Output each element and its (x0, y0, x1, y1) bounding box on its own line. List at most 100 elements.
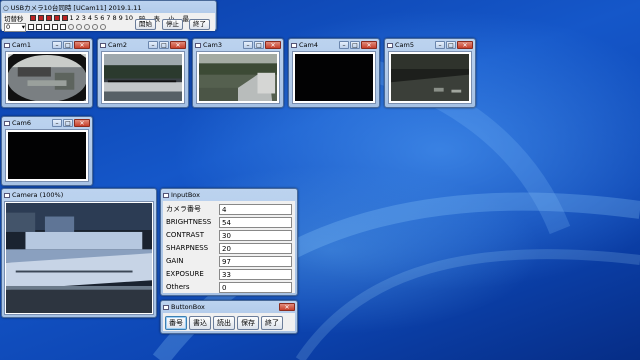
camera-toggle-5[interactable] (61, 15, 68, 21)
control-row: 0 ▾ (2, 22, 215, 32)
exposure-field[interactable]: 33 (219, 268, 292, 280)
number-button[interactable]: 番号 (165, 316, 187, 330)
exit-button[interactable]: 終了 (261, 316, 283, 330)
cam3-window: Cam3 – □ ✕ (192, 38, 284, 108)
minimize-icon[interactable]: – (243, 41, 253, 49)
checkbox-4[interactable] (52, 24, 58, 30)
cam1-title-bar[interactable]: Cam1 – □ ✕ (2, 39, 92, 51)
cam4-title-bar[interactable]: Cam4 – □ ✕ (289, 39, 379, 51)
cam2-title-bar[interactable]: Cam2 – □ ✕ (98, 39, 188, 51)
window-icon (4, 42, 10, 48)
cam6-title-bar[interactable]: Cam6 – □ ✕ (2, 117, 92, 129)
cam3-title: Cam3 (203, 41, 222, 49)
cam5-title-bar[interactable]: Cam5 – □ ✕ (385, 39, 475, 51)
minimize-icon[interactable]: – (52, 119, 62, 127)
cam6-window: Cam6 – □ ✕ (1, 116, 93, 186)
window-icon (195, 42, 201, 48)
gain-field[interactable]: 97 (219, 255, 292, 267)
cam4-frame (292, 51, 376, 104)
open-button[interactable]: 開始 (135, 19, 156, 30)
camera-number-field[interactable]: 4 (219, 203, 292, 215)
input-box-title-bar[interactable]: InputBox (161, 189, 297, 201)
cam3-title-bar[interactable]: Cam3 – □ ✕ (193, 39, 283, 51)
input-row: Others 0 (165, 281, 292, 293)
number-label-3: 3 (81, 14, 86, 22)
input-box-title: InputBox (171, 191, 200, 199)
checkbox-1[interactable] (28, 24, 34, 30)
close-icon[interactable]: ✕ (265, 41, 281, 49)
maximize-icon[interactable]: □ (446, 41, 456, 49)
exposure-label: EXPOSURE (166, 270, 204, 278)
exit-button[interactable]: 終了 (189, 19, 210, 30)
close-icon[interactable]: ✕ (361, 41, 377, 49)
main-control-window: ○ USBカメラ10台同時 [UCam11] 2019.1.11 切替秒 1 2… (0, 0, 217, 32)
close-icon[interactable]: ✕ (170, 41, 186, 49)
checkbox-5[interactable] (60, 24, 66, 30)
maximize-icon[interactable]: □ (350, 41, 360, 49)
save-button[interactable]: 保存 (237, 316, 259, 330)
cam2-frame (101, 51, 185, 104)
window-icon (4, 192, 10, 198)
brightness-label: BRIGHTNESS (166, 218, 212, 226)
cam1-feed (8, 54, 86, 101)
minimize-icon[interactable]: – (339, 41, 349, 49)
cam5-frame (388, 51, 472, 104)
maximize-icon[interactable]: □ (63, 41, 73, 49)
sharpness-field[interactable]: 20 (219, 242, 292, 254)
camera-large-title: Camera (100%) (12, 191, 64, 199)
cam4-window: Cam4 – □ ✕ (288, 38, 380, 108)
main-title-bar[interactable]: ○ USBカメラ10台同時 [UCam11] 2019.1.11 (1, 1, 216, 13)
gain-label: GAIN (166, 257, 184, 265)
camera-toggle-4[interactable] (53, 15, 60, 21)
button-box-title-bar[interactable]: ButtonBox ✕ (161, 301, 297, 313)
number-label-9: 9 (118, 14, 123, 22)
camera-toggle-3[interactable] (45, 15, 52, 21)
number-label-4: 4 (87, 14, 93, 22)
input-row: CONTRAST 30 (165, 229, 292, 241)
minimize-icon[interactable]: – (148, 41, 158, 49)
contrast-field[interactable]: 30 (219, 229, 292, 241)
interval-select[interactable]: 0 ▾ (4, 22, 26, 32)
sharpness-label: SHARPNESS (166, 244, 209, 252)
close-icon[interactable]: ✕ (457, 41, 473, 49)
others-label: Others (166, 283, 190, 291)
maximize-icon[interactable]: □ (63, 119, 73, 127)
camera-large-feed (6, 203, 152, 313)
input-row: カメラ番号 4 (165, 203, 292, 215)
number-label-10: 10 (124, 14, 134, 22)
minimize-icon[interactable]: – (435, 41, 445, 49)
close-icon[interactable]: ✕ (74, 41, 90, 49)
number-label-5: 5 (94, 14, 99, 22)
maximize-icon[interactable]: □ (254, 41, 264, 49)
brightness-field[interactable]: 54 (219, 216, 292, 228)
checkbox-3[interactable] (44, 24, 50, 30)
number-label-8: 8 (112, 14, 117, 22)
interval-label: 切替秒 (4, 15, 24, 23)
stop-button[interactable]: 停止 (162, 19, 183, 30)
minimize-icon[interactable]: – (52, 41, 62, 49)
radio-1[interactable] (68, 24, 74, 30)
cam1-window: Cam1 – □ ✕ (1, 38, 93, 108)
cam3-feed (199, 54, 277, 101)
camera-toggle-1[interactable] (29, 15, 36, 21)
close-icon[interactable]: ✕ (74, 119, 90, 127)
camera-toggle-2[interactable] (37, 15, 44, 21)
input-row: SHARPNESS 20 (165, 242, 292, 254)
number-label-7: 7 (106, 14, 111, 22)
radio-3[interactable] (84, 24, 90, 30)
input-row: GAIN 97 (165, 255, 292, 267)
maximize-icon[interactable]: □ (159, 41, 169, 49)
radio-4[interactable] (92, 24, 98, 30)
cam5-feed (391, 54, 469, 101)
camera-large-title-bar[interactable]: Camera (100%) (2, 189, 156, 201)
others-field[interactable]: 0 (219, 281, 292, 293)
write-button[interactable]: 書込 (189, 316, 211, 330)
radio-5[interactable] (100, 24, 106, 30)
checkbox-2[interactable] (36, 24, 42, 30)
radio-2[interactable] (76, 24, 82, 30)
window-icon (100, 42, 106, 48)
read-button[interactable]: 読出 (213, 316, 235, 330)
window-icon (4, 120, 10, 126)
cam2-title: Cam2 (108, 41, 127, 49)
close-icon[interactable]: ✕ (279, 303, 295, 311)
